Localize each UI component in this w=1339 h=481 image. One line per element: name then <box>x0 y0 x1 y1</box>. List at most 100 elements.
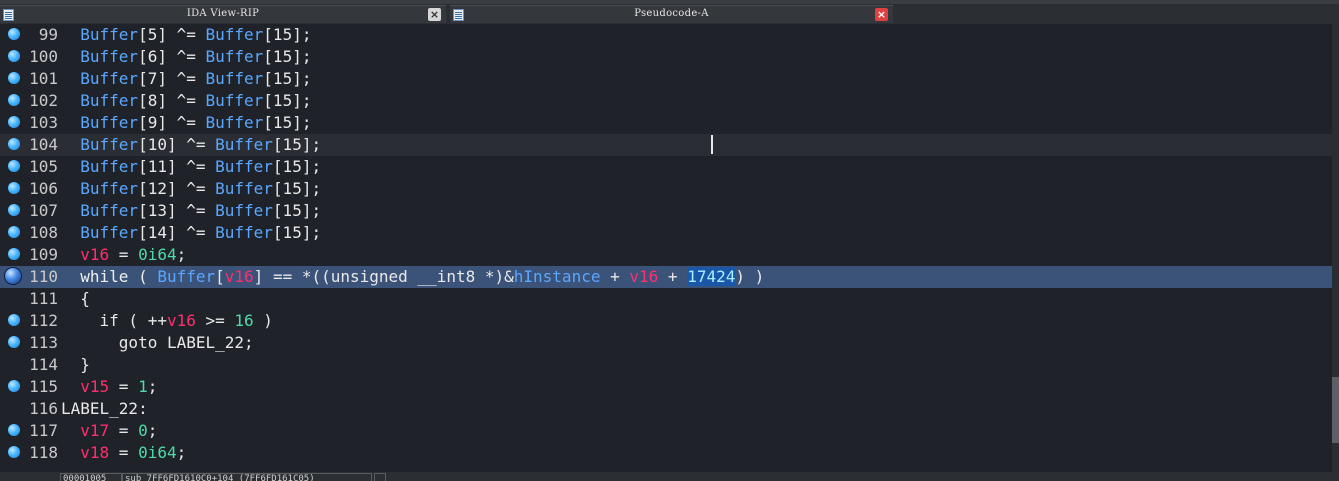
code-text[interactable]: Buffer[7] ^= Buffer[15]; <box>61 69 311 89</box>
code-line[interactable]: 106 Buffer[12] ^= Buffer[15]; <box>0 178 1332 200</box>
code-line[interactable]: 111 { <box>0 288 1332 310</box>
code-token: = <box>109 245 139 264</box>
code-text[interactable]: v16 = 0i64; <box>61 245 186 265</box>
tab-pseudocode-a[interactable]: Pseudocode-A × <box>450 5 893 23</box>
code-token: Buffer <box>215 201 273 220</box>
code-line[interactable]: 102 Buffer[8] ^= Buffer[15]; <box>0 90 1332 112</box>
code-token: Buffer <box>205 113 264 132</box>
line-number: 102 <box>29 91 58 110</box>
code-text[interactable]: Buffer[6] ^= Buffer[15]; <box>61 47 311 67</box>
code-line[interactable]: 114 } <box>0 354 1332 376</box>
code-text[interactable]: Buffer[11] ^= Buffer[15]; <box>61 157 321 177</box>
code-token: + <box>600 267 630 286</box>
code-line[interactable]: 109 v16 = 0i64; <box>0 244 1332 266</box>
tab-ida-view-rip[interactable]: IDA View-RIP × <box>0 5 446 23</box>
code-line[interactable]: 100 Buffer[6] ^= Buffer[15]; <box>0 46 1332 68</box>
code-line[interactable]: 101 Buffer[7] ^= Buffer[15]; <box>0 68 1332 90</box>
code-token: [15]; <box>272 223 322 242</box>
code-line[interactable]: 117 v17 = 0; <box>0 420 1332 442</box>
code-token: Buffer <box>215 223 273 242</box>
breakpoint-slot-icon[interactable] <box>8 336 20 348</box>
code-text[interactable]: goto LABEL_22; <box>61 333 254 353</box>
breakpoint-slot-icon[interactable] <box>8 116 20 128</box>
code-text[interactable]: Buffer[14] ^= Buffer[15]; <box>61 223 321 243</box>
code-token: v15 <box>80 377 110 396</box>
code-token: Buffer <box>205 47 264 66</box>
code-line[interactable]: 99 Buffer[5] ^= Buffer[15]; <box>0 24 1332 46</box>
code-token: [15]; <box>272 157 322 176</box>
code-text[interactable]: Buffer[13] ^= Buffer[15]; <box>61 201 321 221</box>
close-icon[interactable]: × <box>875 8 888 21</box>
code-text[interactable]: { <box>61 289 90 309</box>
code-text[interactable]: if ( ++v16 >= 16 ) <box>61 311 273 331</box>
code-token: [14] ^= <box>138 223 216 242</box>
code-text[interactable]: Buffer[8] ^= Buffer[15]; <box>61 91 311 111</box>
code-line[interactable]: 115 v15 = 1; <box>0 376 1332 398</box>
code-line[interactable]: 113 goto LABEL_22; <box>0 332 1332 354</box>
line-number: 117 <box>29 421 58 440</box>
code-text[interactable]: v15 = 1; <box>61 377 157 397</box>
code-token: Buffer <box>80 25 139 44</box>
code-text[interactable]: Buffer[12] ^= Buffer[15]; <box>61 179 321 199</box>
breakpoint-slot-icon[interactable] <box>8 160 20 172</box>
code-line[interactable]: 103 Buffer[9] ^= Buffer[15]; <box>0 112 1332 134</box>
close-icon[interactable]: × <box>428 8 441 21</box>
code-token: 0i64 <box>138 443 177 462</box>
breakpoint-slot-icon[interactable] <box>8 204 20 216</box>
code-token: hInstance <box>513 267 601 286</box>
tab-title: IDA View-RIP <box>186 8 260 19</box>
code-token: [5] ^= <box>138 25 206 44</box>
code-line[interactable]: 104 Buffer[10] ^= Buffer[15]; <box>0 134 1332 156</box>
code-text[interactable]: LABEL_22: <box>61 399 148 419</box>
code-text[interactable]: } <box>61 355 90 375</box>
scrollbar-thumb[interactable] <box>1332 377 1339 443</box>
code-text[interactable]: v18 = 0i64; <box>61 443 186 463</box>
code-token: Buffer <box>80 157 139 176</box>
code-line[interactable]: 107 Buffer[13] ^= Buffer[15]; <box>0 200 1332 222</box>
line-number: 109 <box>29 245 58 264</box>
code-text[interactable]: v17 = 0; <box>61 421 157 441</box>
breakpoint-slot-icon[interactable] <box>8 50 20 62</box>
code-token: [15]; <box>272 135 322 154</box>
code-line[interactable]: 110 while ( Buffer[v16] == *((unsigned _… <box>0 266 1332 288</box>
code-line[interactable]: 105 Buffer[11] ^= Buffer[15]; <box>0 156 1332 178</box>
code-line[interactable]: 108 Buffer[14] ^= Buffer[15]; <box>0 222 1332 244</box>
code-text[interactable]: Buffer[9] ^= Buffer[15]; <box>61 113 311 133</box>
breakpoint-slot-icon[interactable] <box>8 72 20 84</box>
breakpoint-icon[interactable] <box>5 268 21 284</box>
code-token: Buffer <box>157 267 216 286</box>
code-token: [15]; <box>272 179 322 198</box>
code-line[interactable]: 112 if ( ++v16 >= 16 ) <box>0 310 1332 332</box>
code-token: Buffer <box>215 179 273 198</box>
code-token: Buffer <box>215 135 273 154</box>
code-text[interactable]: while ( Buffer[v16] == *((unsigned __int… <box>61 267 764 287</box>
code-token: 0 <box>138 421 148 440</box>
code-line[interactable]: 118 v18 = 0i64; <box>0 442 1332 464</box>
breakpoint-slot-icon[interactable] <box>8 226 20 238</box>
breakpoint-slot-icon[interactable] <box>8 380 20 392</box>
code-line[interactable]: 116 LABEL_22: <box>0 398 1332 420</box>
breakpoint-slot-icon[interactable] <box>8 94 20 106</box>
breakpoint-slot-icon[interactable] <box>8 446 20 458</box>
breakpoint-slot-icon[interactable] <box>8 424 20 436</box>
code-text[interactable]: Buffer[10] ^= Buffer[15]; <box>61 135 321 155</box>
code-token: [15]; <box>263 25 312 44</box>
pseudocode-editor[interactable]: 99 Buffer[5] ^= Buffer[15]; 100 Buffer[6]… <box>0 24 1339 472</box>
breakpoint-slot-icon[interactable] <box>8 182 20 194</box>
breakpoint-slot-icon[interactable] <box>8 138 20 150</box>
code-token: ; <box>147 377 158 396</box>
code-token: [11] ^= <box>138 157 216 176</box>
status-extra <box>374 473 386 481</box>
code-text[interactable]: Buffer[5] ^= Buffer[15]; <box>61 25 311 45</box>
code-token: ; <box>147 421 158 440</box>
code-token: ) ) <box>735 267 765 286</box>
code-token: 1 <box>138 377 148 396</box>
breakpoint-slot-icon[interactable] <box>8 314 20 326</box>
line-number: 112 <box>29 311 58 330</box>
code-token: 16 <box>234 311 254 330</box>
breakpoint-slot-icon[interactable] <box>8 248 20 260</box>
breakpoint-slot-icon[interactable] <box>8 28 20 40</box>
code-token: Buffer <box>80 47 139 66</box>
vertical-scrollbar[interactable] <box>1332 24 1339 472</box>
code-token: [15]; <box>263 113 312 132</box>
